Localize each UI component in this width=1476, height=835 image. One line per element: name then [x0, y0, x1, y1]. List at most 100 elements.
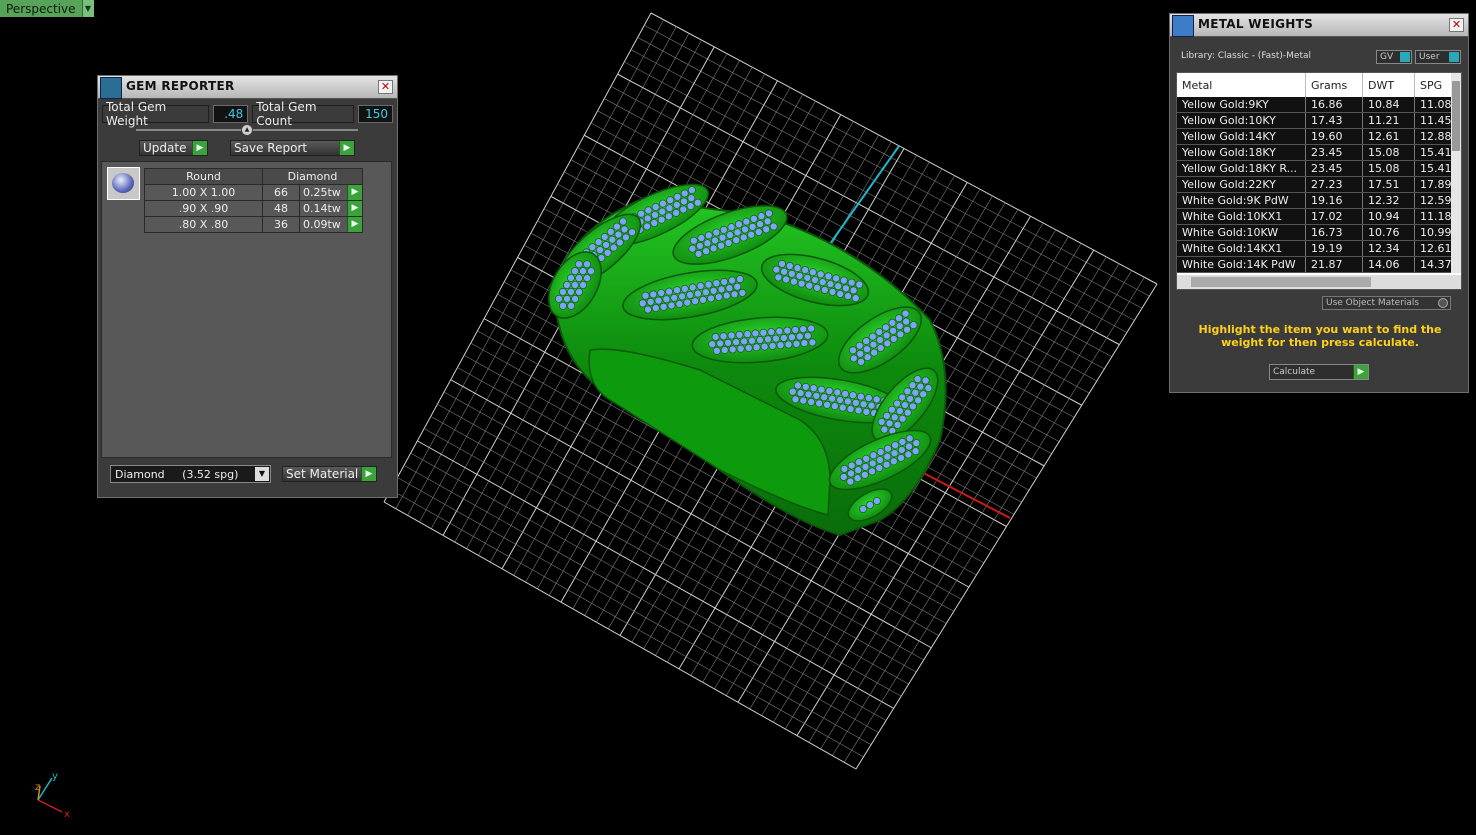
- gem-size: .80 X .80: [144, 216, 263, 233]
- pave-stone: [854, 458, 863, 467]
- calculate-button-label: Calculate: [1273, 367, 1316, 377]
- pave-stone: [869, 451, 878, 460]
- pave-stone: [689, 236, 698, 245]
- table-row[interactable]: White Gold:14KX1 19.19 12.34 12.61: [1177, 240, 1458, 257]
- pave-stone: [826, 280, 835, 289]
- pave-stone: [890, 449, 899, 458]
- pave-stone: [885, 419, 894, 428]
- table-row[interactable]: White Gold:10KW 16.73 10.76 10.99: [1177, 224, 1458, 241]
- column-header-grams[interactable]: Grams: [1305, 73, 1363, 97]
- pave-stone: [902, 317, 911, 326]
- pave-stone: [817, 385, 826, 394]
- pave-stone: [759, 328, 768, 337]
- ring-model[interactable]: [538, 172, 949, 537]
- viewport-label[interactable]: Perspective ▼: [0, 0, 94, 17]
- table-row[interactable]: White Gold:10KX1 17.02 10.94 11.18: [1177, 208, 1458, 225]
- scrollbar-thumb[interactable]: [1452, 81, 1460, 151]
- pave-stone: [744, 343, 753, 352]
- use-object-materials-toggle[interactable]: Use Object Materials: [1322, 296, 1451, 310]
- gem-row[interactable]: .90 X .90 48 0.14tw ▶: [144, 200, 363, 217]
- pave-stone: [855, 341, 864, 350]
- pave-stone: [903, 408, 912, 417]
- total-gem-weight-value: .48: [213, 105, 249, 123]
- gem-reporter-title: GEM REPORTER: [126, 79, 235, 93]
- pave-stone: [905, 442, 914, 451]
- pave-stone: [680, 197, 689, 206]
- pave-stone: [808, 338, 817, 347]
- gem-reporter-titlebar[interactable]: GEM REPORTER ✕: [98, 76, 397, 99]
- round-diamond-thumbnail[interactable]: [107, 167, 140, 200]
- grams-value: 16.86: [1305, 97, 1363, 113]
- pave-stone: [643, 214, 652, 223]
- pave-stone: [687, 186, 696, 195]
- column-header-metal[interactable]: Metal: [1177, 73, 1306, 97]
- pave-stone: [868, 459, 877, 468]
- pave-stone: [825, 386, 834, 395]
- column-header-dwt[interactable]: DWT: [1362, 73, 1415, 97]
- close-icon[interactable]: ✕: [1449, 18, 1464, 32]
- table-row[interactable]: Yellow Gold:14KY 19.60 12.61 12.88: [1177, 128, 1458, 145]
- vertical-scrollbar[interactable]: [1451, 73, 1461, 273]
- pave-stone: [659, 302, 668, 311]
- pave-stone: [686, 290, 695, 299]
- close-icon[interactable]: ✕: [378, 80, 393, 94]
- scrollbar-thumb[interactable]: [1191, 277, 1371, 287]
- pave-stone: [799, 325, 808, 334]
- user-toggle[interactable]: User: [1415, 50, 1461, 64]
- pave-stone: [732, 236, 741, 245]
- pave-stone: [895, 407, 904, 416]
- pave-stone: [754, 227, 763, 236]
- play-icon[interactable]: ▶: [347, 217, 362, 232]
- pave-stone: [870, 348, 879, 357]
- play-icon[interactable]: ▶: [347, 201, 362, 216]
- table-row[interactable]: Yellow Gold:9KY 16.86 10.84 11.08: [1177, 97, 1458, 113]
- play-icon[interactable]: ▶: [347, 185, 362, 200]
- pave-stone: [862, 454, 871, 463]
- pave-stone: [583, 260, 592, 269]
- pave-stone: [678, 292, 687, 301]
- gem-row[interactable]: 1.00 X 1.00 66 0.25tw ▶: [144, 184, 363, 201]
- pave-stone: [765, 209, 774, 218]
- gv-toggle[interactable]: GV: [1376, 50, 1412, 64]
- pave-stone: [673, 192, 682, 201]
- user-toggle-label: User: [1419, 52, 1440, 62]
- table-row[interactable]: Yellow Gold:18KY R... 23.45 15.08 15.41: [1177, 160, 1458, 177]
- horizontal-scrollbar[interactable]: [1177, 275, 1461, 289]
- pave-stone: [716, 339, 725, 348]
- pave-stone: [769, 222, 778, 231]
- report-slider[interactable]: ▲: [136, 124, 358, 136]
- slider-knob[interactable]: ▲: [241, 124, 253, 136]
- table-row[interactable]: Yellow Gold:22KY 27.23 17.51 17.89: [1177, 176, 1458, 193]
- pave-stone: [719, 225, 728, 234]
- gem-row[interactable]: .80 X .80 36 0.09tw ▶: [144, 216, 363, 233]
- calculate-button[interactable]: Calculate ▶: [1269, 364, 1369, 380]
- table-row[interactable]: White Gold:9K PdW 19.16 12.32 12.59: [1177, 192, 1458, 209]
- pave-stone: [911, 447, 920, 456]
- dwt-value: 12.34: [1362, 240, 1415, 257]
- viewport-name: Perspective: [6, 1, 76, 16]
- table-row[interactable]: Yellow Gold:18KY 23.45 15.08 15.41: [1177, 144, 1458, 161]
- material-select[interactable]: Diamond (3.52 spg) ▼: [110, 465, 271, 483]
- pave-stone: [807, 324, 816, 333]
- pave-stone: [864, 393, 873, 402]
- set-material-button[interactable]: Set Material ▶: [282, 466, 377, 482]
- metal-weights-titlebar[interactable]: METAL WEIGHTS ✕: [1170, 14, 1468, 37]
- table-row[interactable]: Yellow Gold:10KY 17.43 11.21 11.45: [1177, 112, 1458, 129]
- pave-stone: [609, 243, 618, 252]
- save-report-button[interactable]: Save Report ▶: [230, 140, 355, 156]
- dwt-value: 10.94: [1362, 208, 1415, 225]
- pave-stone: [854, 406, 863, 415]
- axis-z-label: z: [35, 782, 40, 793]
- update-button[interactable]: Update ▶: [139, 140, 208, 156]
- metal-weights-panel: METAL WEIGHTS ✕ Library: Classic - (Fast…: [1169, 13, 1469, 393]
- pave-stone: [838, 403, 847, 412]
- pave-stone: [657, 215, 666, 224]
- table-row[interactable]: White Gold:14K PdW 21.87 14.06 14.37: [1177, 256, 1458, 273]
- pave-stone: [662, 295, 671, 304]
- pave-stone: [566, 273, 575, 282]
- chevron-down-icon[interactable]: ▼: [81, 0, 94, 17]
- pave-stone: [763, 217, 772, 226]
- pave-stone: [680, 284, 689, 293]
- pave-stone: [881, 323, 890, 332]
- pave-stone: [712, 228, 721, 237]
